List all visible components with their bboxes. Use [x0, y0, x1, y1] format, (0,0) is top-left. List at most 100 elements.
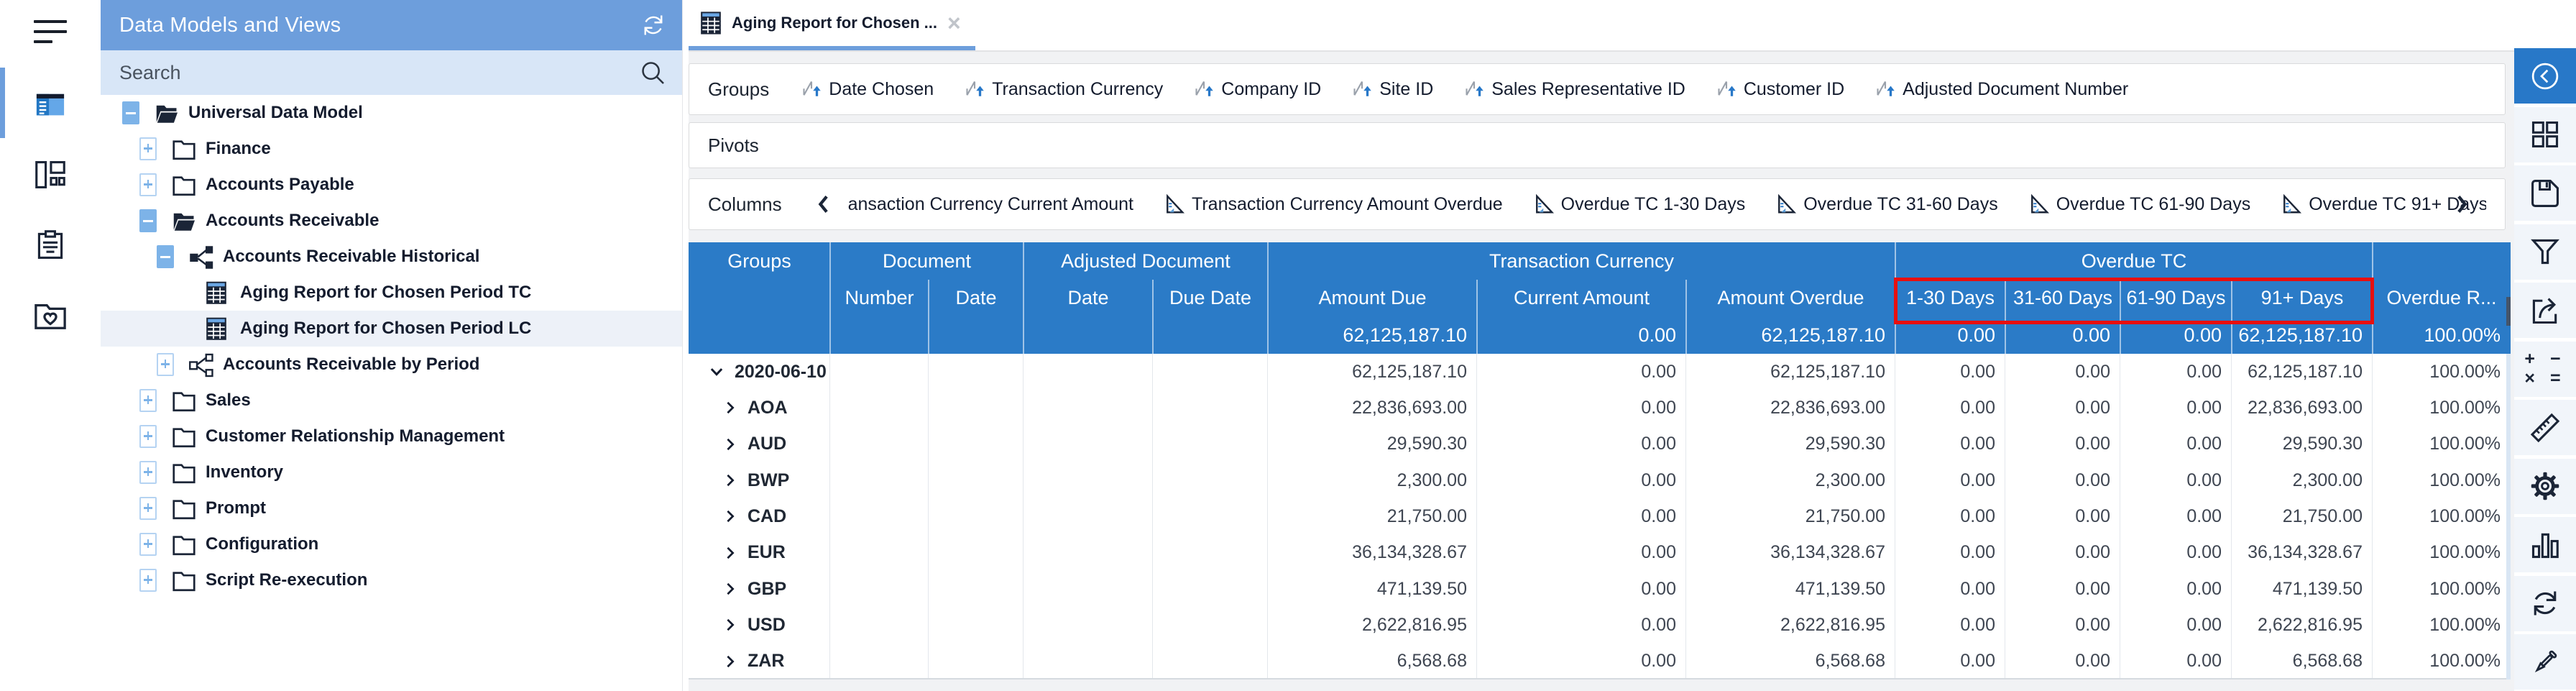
tree-item[interactable]: Accounts Receivable	[101, 203, 682, 239]
chevron-right-icon[interactable]	[722, 653, 739, 670]
cell-d1_30: 0.00	[1960, 505, 1995, 526]
field-chip[interactable]: ansaction Currency Current Amount	[848, 194, 1133, 215]
column-header-adj_date[interactable]: Date	[1024, 280, 1153, 316]
refresh-button[interactable]	[2514, 575, 2576, 631]
ruler-button[interactable]	[2514, 400, 2576, 455]
tree-item[interactable]: Aging Report for Chosen Period LC	[101, 311, 682, 347]
search-input[interactable]: Search	[101, 50, 682, 95]
expand-toggle[interactable]	[139, 389, 157, 412]
table-row: USD 2,622,816.95 0.00 2,622,816.95 0.00 0.00 0…	[689, 607, 2511, 643]
chevron-right-icon[interactable]	[722, 436, 739, 453]
chevron-right-icon[interactable]	[722, 508, 739, 525]
nav-favorites-button[interactable]	[0, 290, 101, 342]
row-label[interactable]: CAD	[722, 498, 786, 534]
column-header-d31_60[interactable]: 31-60 Days	[2005, 280, 2120, 316]
tree-item[interactable]: Finance	[101, 131, 682, 167]
expand-toggle[interactable]	[157, 353, 174, 376]
tree-item[interactable]: Accounts Receivable by Period	[101, 347, 682, 383]
tree-item[interactable]: Sales	[101, 383, 682, 418]
nav-data-panel-button[interactable]	[0, 80, 101, 132]
tree-item[interactable]: Accounts Receivable Historical	[101, 239, 682, 275]
column-header-amount_due[interactable]: Amount Due	[1268, 280, 1477, 316]
panel-header: Data Models and Views	[101, 0, 682, 50]
chevron-right-icon[interactable]	[2450, 193, 2472, 215]
field-chip[interactable]: Adjusted Document Number	[1874, 78, 2128, 100]
field-chip[interactable]: Transaction Currency Amount Overdue	[1164, 193, 1503, 215]
cell-current_amount: 0.00	[1641, 470, 1676, 490]
nav-clipboard-button[interactable]	[0, 219, 101, 271]
chevron-right-icon[interactable]	[722, 472, 739, 489]
settings-button[interactable]	[2514, 458, 2576, 514]
refresh-icon[interactable]	[640, 12, 666, 38]
expand-toggle[interactable]	[139, 533, 157, 556]
collapse-toggle[interactable]	[139, 209, 157, 232]
chevron-right-icon[interactable]	[722, 399, 739, 416]
column-header-d61_90[interactable]: 61-90 Days	[2120, 280, 2232, 316]
tree-item[interactable]: Inventory	[101, 454, 682, 490]
column-header-due_date[interactable]: Due Date	[1153, 280, 1268, 316]
field-chip[interactable]: Transaction Currency	[964, 78, 1163, 100]
nav-dashboard-button[interactable]	[0, 149, 101, 201]
collapse-toggle[interactable]	[122, 101, 139, 124]
row-label[interactable]: EUR	[722, 535, 786, 571]
export-button[interactable]	[2514, 283, 2576, 338]
tab-aging-report[interactable]: Aging Report for Chosen ... ×	[689, 0, 975, 50]
row-label[interactable]: 2020-06-10	[707, 354, 827, 390]
row-label[interactable]: GBP	[722, 571, 786, 607]
field-chip[interactable]: Sales Representative ID	[1463, 78, 1685, 100]
field-chip[interactable]: Overdue TC 31-60 Days	[1775, 193, 1998, 215]
field-chip[interactable]: Customer ID	[1716, 78, 1844, 100]
tree-item[interactable]: Customer Relationship Management	[101, 418, 682, 454]
cell-amount_due: 29,590.30	[1386, 434, 1467, 454]
bar-chart-button[interactable]	[2514, 517, 2576, 572]
expand-toggle[interactable]	[139, 137, 157, 160]
expand-toggle[interactable]	[139, 173, 157, 196]
tree-item[interactable]: Script Re-execution	[101, 562, 682, 598]
expand-toggle[interactable]	[139, 425, 157, 448]
column-header-amount_overdue[interactable]: Amount Overdue	[1686, 280, 1895, 316]
tree-item[interactable]: Universal Data Model	[101, 95, 682, 131]
column-header-d1_30[interactable]: 1-30 Days	[1895, 280, 2005, 316]
collapse-toggle[interactable]	[157, 245, 174, 268]
column-header-doc_date[interactable]: Date	[929, 280, 1024, 316]
chevron-right-icon[interactable]	[722, 616, 739, 633]
field-chip[interactable]: Date Chosen	[801, 78, 934, 100]
chevron-down-icon[interactable]	[707, 362, 726, 381]
chevron-left-icon[interactable]	[814, 193, 835, 215]
field-chip[interactable]: Overdue TC 61-90 Days	[2028, 193, 2250, 215]
field-chip[interactable]: Site ID	[1351, 78, 1433, 100]
tree-item[interactable]: Configuration	[101, 526, 682, 562]
expand-toggle[interactable]	[139, 497, 157, 520]
column-header-d91[interactable]: 91+ Days	[2232, 280, 2373, 316]
chevron-right-icon[interactable]	[722, 544, 739, 562]
save-button[interactable]	[2514, 165, 2576, 221]
row-label-text: USD	[748, 614, 786, 635]
tree-item[interactable]: Prompt	[101, 490, 682, 526]
field-chip[interactable]: Overdue TC 1-30 Days	[1533, 193, 1745, 215]
filter-button[interactable]	[2514, 224, 2576, 280]
operators-button[interactable]: + − × =	[2514, 341, 2576, 397]
column-header-ratio[interactable]: Overdue R...	[2373, 280, 2511, 316]
column-header-current_amount[interactable]: Current Amount	[1477, 280, 1686, 316]
tree-item[interactable]: Aging Report for Chosen Period TC	[101, 275, 682, 311]
hamburger-menu-button[interactable]	[0, 6, 101, 58]
collapse-panel-button[interactable]	[2514, 48, 2576, 104]
tree-item[interactable]: Accounts Payable	[101, 167, 682, 203]
vertical-scrollbar-track[interactable]	[2506, 354, 2511, 679]
row-label[interactable]: AOA	[722, 390, 788, 426]
expand-toggle[interactable]	[139, 461, 157, 484]
eyedropper-button[interactable]	[2514, 634, 2576, 690]
vertical-scrollbar-thumb[interactable]	[2506, 297, 2511, 326]
chevron-right-icon[interactable]	[722, 580, 739, 598]
close-icon[interactable]: ×	[947, 12, 961, 35]
row-label[interactable]: USD	[722, 607, 786, 643]
field-chip[interactable]: Company ID	[1193, 78, 1321, 100]
grid-body: 2020-06-10 62,125,187.10 0.00 62,125,187.10…	[689, 354, 2511, 679]
column-header-number[interactable]: Number	[830, 280, 929, 316]
expand-toggle[interactable]	[139, 569, 157, 592]
row-label[interactable]: BWP	[722, 462, 789, 498]
row-label[interactable]: ZAR	[722, 644, 784, 679]
bar-chart-icon	[2529, 529, 2561, 561]
row-label[interactable]: AUD	[722, 426, 786, 462]
grid-layout-button[interactable]	[2514, 106, 2576, 163]
